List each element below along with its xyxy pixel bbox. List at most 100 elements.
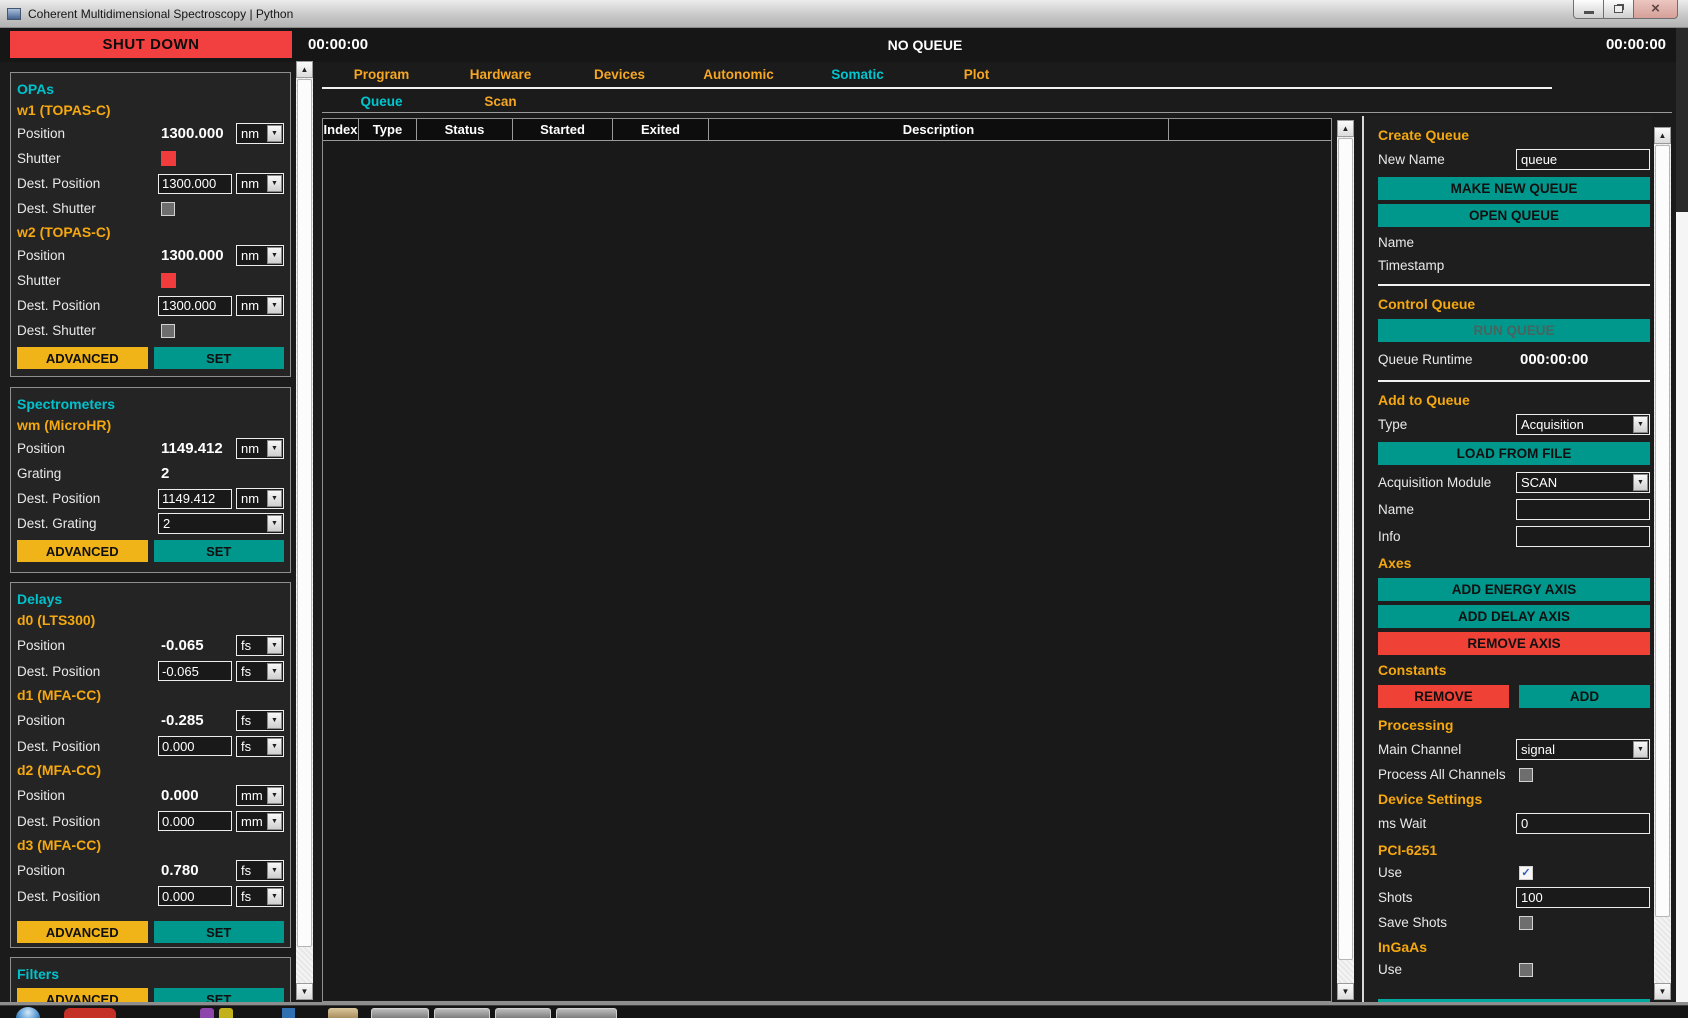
tab-program[interactable]: Program [322,62,441,87]
unit-select[interactable]: nm [236,438,284,459]
unit-select[interactable]: fs [236,710,284,731]
set-button[interactable]: SET [154,540,285,562]
left-panel-scrollbar[interactable] [296,61,313,1000]
advanced-button[interactable]: ADVANCED [17,540,148,562]
scrollbar-thumb[interactable] [1655,145,1670,917]
subtab-queue[interactable]: Queue [322,90,441,112]
remove-axis-button[interactable]: REMOVE AXIS [1378,632,1650,655]
taskbar-icon-purple[interactable] [200,1008,214,1018]
chevron-down-icon[interactable] [267,663,282,680]
main-channel-select[interactable]: signal [1516,739,1650,760]
tab-devices[interactable]: Devices [560,62,679,87]
unit-select[interactable]: fs [236,886,284,907]
chevron-down-icon[interactable] [267,125,282,142]
chevron-down-icon[interactable] [1633,741,1648,758]
scroll-up-icon[interactable] [1337,120,1354,137]
scrollbar-thumb[interactable] [297,79,312,947]
set-button[interactable]: SET [154,347,285,369]
load-from-file-button[interactable]: LOAD FROM FILE [1378,442,1650,465]
unit-select[interactable]: nm [236,173,284,194]
chevron-down-icon[interactable] [267,888,282,905]
chevron-down-icon[interactable] [267,297,282,314]
tab-hardware[interactable]: Hardware [441,62,560,87]
dest-grating-select[interactable]: 2 [158,513,284,534]
dest-position-input[interactable] [158,811,232,831]
dest-shutter-checkbox[interactable] [161,202,175,216]
new-name-input[interactable] [1516,149,1650,170]
open-queue-button[interactable]: OPEN QUEUE [1378,204,1650,227]
unit-select[interactable]: mm [236,785,284,806]
advanced-button[interactable]: ADVANCED [17,921,148,943]
taskbar-icon-tan[interactable] [328,1008,358,1018]
dest-position-input[interactable] [158,736,232,756]
save-shots-checkbox[interactable] [1519,916,1533,930]
dest-position-input[interactable] [158,661,232,681]
right-panel-scrollbar[interactable] [1654,127,1671,1000]
set-button[interactable]: SET [154,988,285,1003]
type-select[interactable]: Acquisition [1516,414,1650,435]
chevron-down-icon[interactable] [267,247,282,264]
unit-select[interactable]: mm [236,811,284,832]
run-queue-button[interactable]: RUN QUEUE [1378,319,1650,342]
dest-position-input[interactable] [158,489,232,509]
acquisition-module-select[interactable]: SCAN [1516,472,1650,493]
taskbar-icon-blue[interactable] [282,1008,295,1018]
make-new-queue-button[interactable]: MAKE NEW QUEUE [1378,177,1650,200]
chevron-down-icon[interactable] [267,787,282,804]
chevron-down-icon[interactable] [267,490,282,507]
scrollbar-thumb[interactable] [1338,138,1353,960]
dest-position-input[interactable] [158,174,232,194]
tab-autonomic[interactable]: Autonomic [679,62,798,87]
unit-select[interactable]: nm [236,123,284,144]
set-button[interactable]: SET [154,921,285,943]
unit-select[interactable]: fs [236,635,284,656]
unit-select[interactable]: fs [236,661,284,682]
start-button[interactable] [16,1007,40,1018]
chevron-down-icon[interactable] [1633,474,1648,491]
chevron-down-icon[interactable] [267,862,282,879]
info-input[interactable] [1516,526,1650,547]
chevron-down-icon[interactable] [267,175,282,192]
ms-wait-input[interactable] [1516,813,1650,834]
tab-somatic[interactable]: Somatic [798,62,917,87]
process-all-channels-checkbox[interactable] [1519,768,1533,782]
constants-remove-button[interactable]: REMOVE [1378,685,1509,708]
taskbar-button-4[interactable] [556,1008,617,1018]
minimize-button[interactable] [1573,0,1604,19]
add-energy-axis-button[interactable]: ADD ENERGY AXIS [1378,578,1650,601]
scroll-down-icon[interactable] [296,983,313,1000]
unit-select[interactable]: fs [236,736,284,757]
queue-table-scrollbar[interactable] [1337,120,1354,1000]
acquisition-name-input[interactable] [1516,499,1650,520]
taskbar-icon-red[interactable] [64,1008,116,1018]
chevron-down-icon[interactable] [267,440,282,457]
dest-shutter-checkbox[interactable] [161,324,175,338]
dest-position-input[interactable] [158,296,232,316]
taskbar-button-2[interactable] [434,1008,490,1018]
chevron-down-icon[interactable] [267,738,282,755]
dest-position-input[interactable] [158,886,232,906]
unit-select[interactable]: nm [236,295,284,316]
chevron-down-icon[interactable] [267,813,282,830]
ingaas-use-checkbox[interactable] [1519,963,1533,977]
advanced-button[interactable]: ADVANCED [17,988,148,1003]
taskbar-button-3[interactable] [495,1008,551,1018]
pci-use-checkbox[interactable] [1519,866,1533,880]
chevron-down-icon[interactable] [267,515,282,532]
chevron-down-icon[interactable] [267,637,282,654]
scroll-up-icon[interactable] [1654,127,1671,144]
shut-down-button[interactable]: SHUT DOWN [10,31,292,58]
unit-select[interactable]: nm [236,245,284,266]
tab-plot[interactable]: Plot [917,62,1036,87]
scroll-down-icon[interactable] [1654,983,1671,1000]
chevron-down-icon[interactable] [1633,416,1648,433]
close-button[interactable] [1633,0,1678,19]
subtab-scan[interactable]: Scan [441,90,560,112]
scroll-up-icon[interactable] [296,61,313,78]
constants-add-button[interactable]: ADD [1519,685,1650,708]
unit-select[interactable]: nm [236,488,284,509]
shots-input[interactable] [1516,887,1650,908]
taskbar-icon-yellow[interactable] [219,1008,233,1018]
unit-select[interactable]: fs [236,860,284,881]
add-delay-axis-button[interactable]: ADD DELAY AXIS [1378,605,1650,628]
